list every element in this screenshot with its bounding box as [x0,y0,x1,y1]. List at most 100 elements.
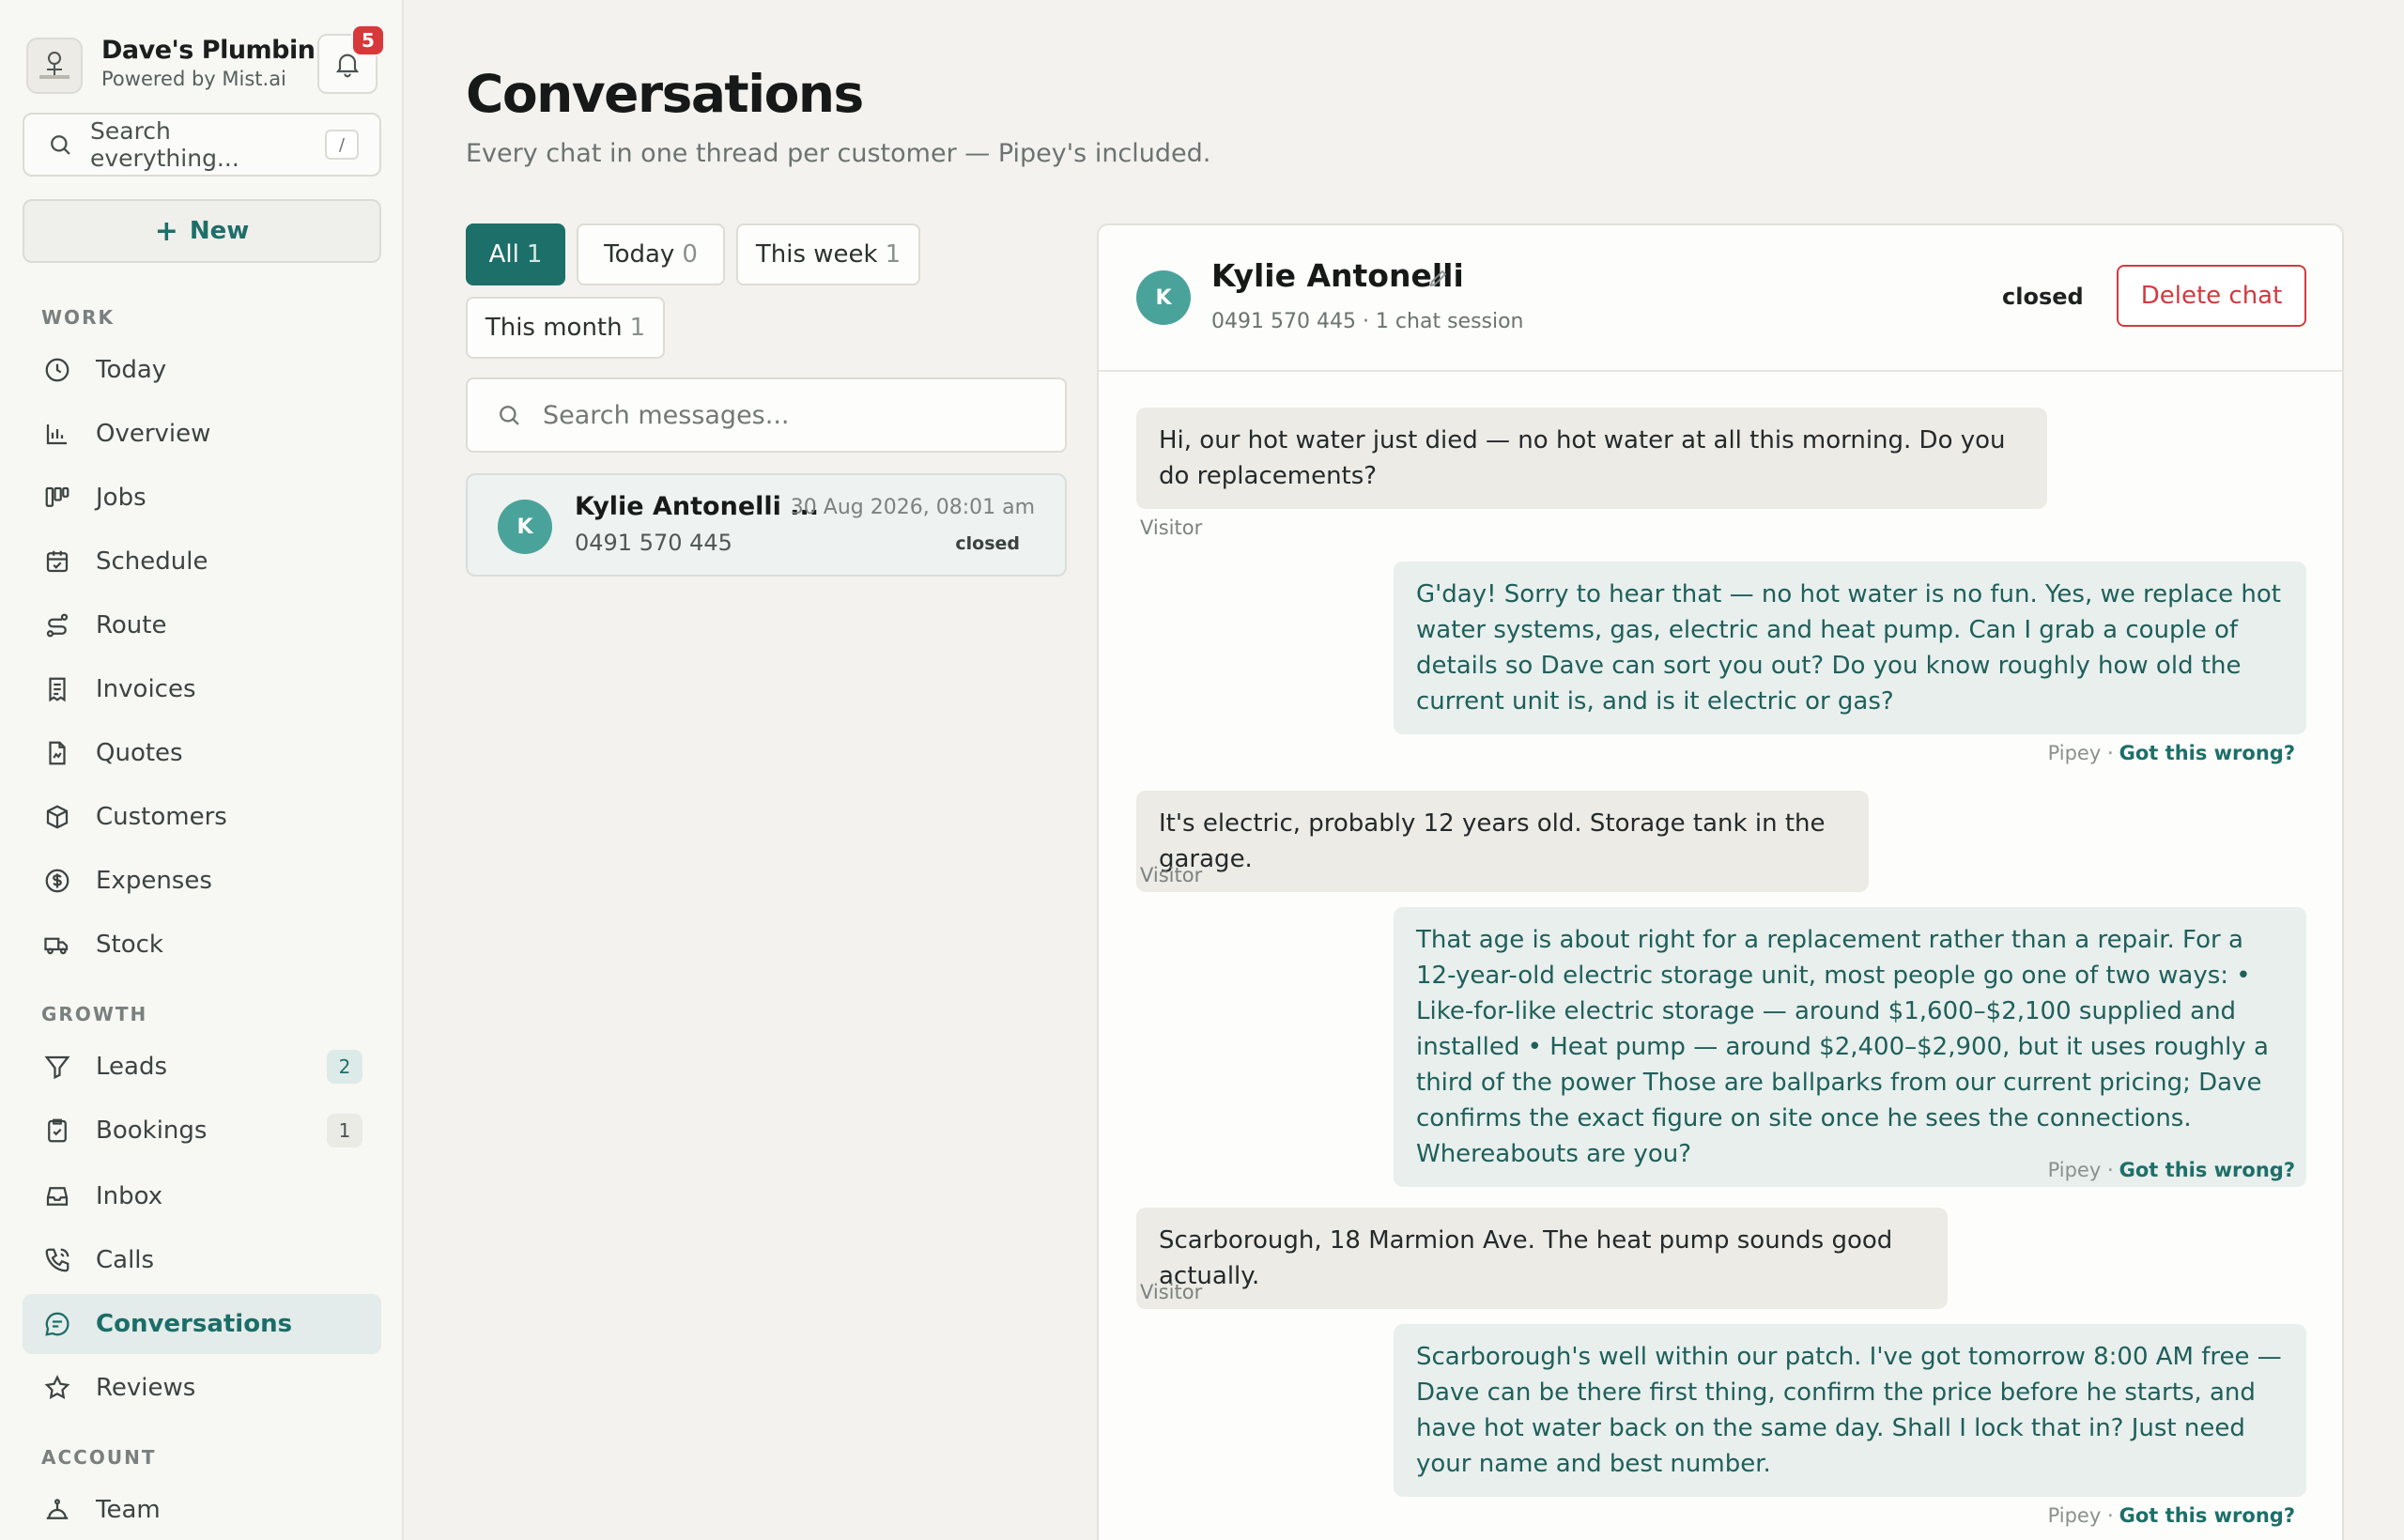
message-search-input[interactable]: Search messages... [466,377,1067,453]
sidebar-item-label: Reviews [96,1374,196,1402]
sidebar-item-bookings[interactable]: Bookings 1 [23,1101,381,1161]
sidebar-item-overview[interactable]: Overview [23,404,381,464]
visitor-message: Scarborough, 18 Marmion Ave. The heat pu… [1136,1208,1948,1309]
calendar-icon [41,546,73,578]
got-this-wrong-link[interactable]: Got this wrong? [2119,1159,2295,1181]
bot-label: Pipey · [2047,742,2114,764]
new-button[interactable]: + New [23,199,381,263]
clock-icon [41,354,73,386]
filter-count: 1 [526,240,543,269]
message-search-placeholder: Search messages... [543,400,790,430]
bot-message: G'day! Sorry to hear that — no hot water… [1394,562,2306,734]
visitor-label: Visitor [1140,1281,1203,1303]
sidebar-item-jobs[interactable]: Jobs [23,468,381,528]
chat-panel: K Kylie Antonelli 0491 570 445 · 1 chat … [1097,223,2344,1540]
avatar: K [498,500,552,554]
visitor-label: Visitor [1140,516,1203,539]
new-button-label: New [189,217,250,245]
team-icon [41,1494,73,1526]
conversation-date: 30 Aug 2026, 08:01 am [790,496,1035,519]
conversation-list-item[interactable]: K Kylie Antonelli ... 0491 570 445 30 Au… [466,473,1067,577]
route-icon [41,609,73,641]
filter-this-week[interactable]: This week 1 [736,223,920,285]
sidebar-item-stock[interactable]: Stock [23,915,381,975]
sidebar-item-customers[interactable]: Customers [23,787,381,847]
brand-name: Dave's Plumbin... [101,36,327,65]
page-subtitle: Every chat in one thread per customer — … [466,139,1211,168]
filter-today[interactable]: Today 0 [577,223,725,285]
bot-message-meta: Pipey · Got this wrong? [2048,742,2295,764]
truck-icon [41,929,73,961]
global-search-input[interactable]: Search everything... / [23,113,381,177]
bot-message-meta: Pipey · Got this wrong? [2048,1159,2295,1181]
filter-this-month[interactable]: This month 1 [466,297,665,359]
sidebar-item-today[interactable]: Today [23,340,381,400]
filter-label: This week [755,240,878,269]
document-icon [41,737,73,769]
got-this-wrong-link[interactable]: Got this wrong? [2119,742,2295,764]
edit-pencil-icon[interactable] [1427,267,1450,293]
sidebar-item-label: Today [96,356,167,384]
sidebar-item-quotes[interactable]: Quotes [23,723,381,783]
section-label-growth: GROWTH [41,1003,148,1025]
sidebar-item-label: Jobs [96,484,146,512]
sidebar-item-route[interactable]: Route [23,595,381,655]
bot-label: Pipey · [2047,1504,2114,1527]
sidebar-item-schedule[interactable]: Schedule [23,531,381,592]
sidebar-item-label: Leads [96,1053,168,1081]
star-icon [41,1372,73,1404]
visitor-message: Hi, our hot water just died — no hot wat… [1136,408,2047,509]
sidebar-item-label: Calls [96,1246,155,1274]
chat-icon [41,1308,73,1340]
section-label-account: ACCOUNT [41,1446,157,1469]
visitor-label: Visitor [1140,864,1203,886]
filter-label: All [488,240,519,269]
chat-contact-meta: 0491 570 445 · 1 chat session [1211,310,1524,333]
bookings-count-badge: 1 [327,1114,362,1147]
conversation-phone: 0491 570 445 [575,530,732,556]
got-this-wrong-link[interactable]: Got this wrong? [2119,1504,2295,1527]
filter-all[interactable]: All 1 [466,223,565,285]
sidebar-item-label: Route [96,611,167,639]
conversation-name: Kylie Antonelli ... [575,492,820,521]
sidebar-item-label: Bookings [96,1116,208,1145]
sidebar-item-label: Stock [96,931,163,959]
chat-contact-name: Kylie Antonelli [1211,257,1464,294]
delete-chat-button[interactable]: Delete chat [2117,265,2306,327]
brand-subtitle: Powered by Mist.ai [101,68,286,90]
bot-message: Scarborough's well within our patch. I'v… [1394,1324,2306,1497]
phone-icon [41,1244,73,1276]
conversation-status: closed [955,533,1020,554]
page-title: Conversations [466,64,864,124]
sidebar-item-inbox[interactable]: Inbox [23,1166,381,1226]
sidebar-item-label: Conversations [96,1310,293,1338]
filter-count: 1 [629,314,646,342]
receipt-icon [41,673,73,705]
sidebar-item-team[interactable]: Team [23,1480,381,1540]
kanban-icon [41,482,73,514]
filter-icon [41,1051,73,1083]
sidebar-item-label: Invoices [96,675,196,703]
sidebar-item-label: Customers [96,803,227,831]
sidebar-item-label: Inbox [96,1182,163,1210]
bot-label: Pipey · [2047,1159,2114,1181]
dollar-icon [41,865,73,897]
sidebar-item-expenses[interactable]: Expenses [23,851,381,911]
sidebar-item-label: Team [96,1496,161,1524]
sidebar-item-invoices[interactable]: Invoices [23,659,381,719]
filter-label: This month [485,314,623,342]
sidebar-item-leads[interactable]: Leads 2 [23,1037,381,1097]
plus-icon: + [154,214,178,248]
visitor-message: It's electric, probably 12 years old. St… [1136,791,1869,892]
global-search-placeholder: Search everything... [90,117,239,172]
sidebar-item-conversations[interactable]: Conversations [23,1294,381,1354]
sidebar-item-label: Quotes [96,739,183,767]
filter-label: Today [604,240,675,269]
notification-count-badge: 5 [351,24,385,56]
sidebar-item-calls[interactable]: Calls [23,1230,381,1290]
inbox-icon [41,1180,73,1212]
chat-status: closed [2002,284,2084,310]
clipboard-check-icon [41,1115,73,1147]
section-label-work: WORK [41,306,115,329]
sidebar-item-reviews[interactable]: Reviews [23,1358,381,1418]
